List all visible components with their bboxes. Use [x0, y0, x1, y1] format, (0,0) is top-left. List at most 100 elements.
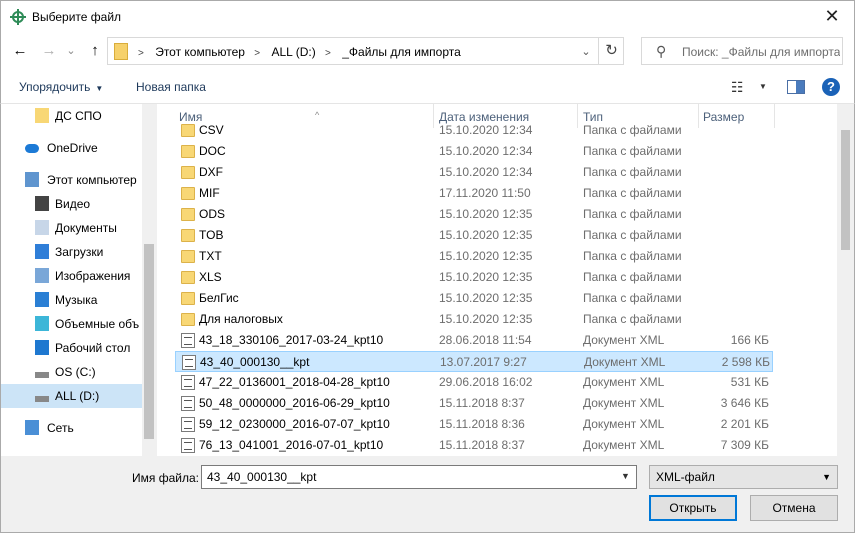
folder-icon [181, 229, 195, 242]
chevron-down-icon[interactable]: ▼ [621, 471, 630, 481]
recent-locations-icon[interactable]: ⌄ [61, 41, 81, 61]
file-row[interactable]: 59_12_0230000_2016-07-07_kpt10 15.11.2018… [175, 414, 773, 435]
help-icon[interactable]: ? [822, 78, 840, 96]
folder-row[interactable]: CSV 15.10.2020 12:34 Папка с файлами [175, 120, 773, 141]
folder-icon [181, 292, 195, 305]
breadcrumb: > Этот компьютер > ALL (D:) > _Файлы для… [138, 45, 467, 59]
sidebar-item[interactable]: ALL (D:) [1, 384, 142, 408]
sidebar-item[interactable]: Объемные объ [1, 312, 142, 336]
folder-row[interactable]: DOC 15.10.2020 12:34 Папка с файлами [175, 141, 773, 162]
file-size: 531 КБ [730, 375, 769, 389]
sidebar-item-label: Изображения [55, 269, 131, 283]
file-date: 15.10.2020 12:35 [439, 312, 533, 326]
chevron-right-icon: > [325, 48, 331, 59]
folder-icon [181, 124, 195, 137]
new-folder-button[interactable]: Новая папка [136, 80, 206, 94]
file-type: Папка с файлами [583, 165, 682, 179]
file-row[interactable]: 43_18_330106_2017-03-24_kpt10 28.06.2018 … [175, 330, 773, 351]
video-icon [35, 196, 49, 211]
music-icon [35, 292, 49, 307]
file-name: DXF [199, 165, 223, 179]
refresh-icon[interactable]: ↻ [598, 38, 624, 64]
sidebar-item-label: ДС СПО [55, 109, 102, 123]
file-size: 7 309 КБ [720, 438, 769, 452]
folder-row[interactable]: TXT 15.10.2020 12:35 Папка с файлами [175, 246, 773, 267]
filetype-select[interactable]: XML-файл ▼ [649, 465, 838, 489]
file-name: TXT [199, 249, 222, 263]
3d-objects-icon [35, 316, 49, 331]
sidebar-item[interactable]: OneDrive [1, 136, 142, 160]
folder-row[interactable]: DXF 15.10.2020 12:34 Папка с файлами [175, 162, 773, 183]
up-folder-icon[interactable]: ↑ [85, 41, 105, 61]
sidebar-item-label: ALL (D:) [55, 389, 100, 403]
cloud-icon [25, 144, 39, 153]
sidebar-item-label: Музыка [55, 293, 98, 307]
forward-icon[interactable]: → [39, 41, 59, 61]
address-bar[interactable]: > Этот компьютер > ALL (D:) > _Файлы для… [107, 37, 624, 65]
file-name: 47_22_0136001_2018-04-28_kpt10 [199, 375, 390, 389]
open-button[interactable]: Открыть [649, 495, 737, 521]
breadcrumb-item[interactable]: _Файлы для импорта [342, 45, 461, 59]
sidebar-item-label: Объемные объ [55, 317, 140, 331]
file-name: Для налоговых [199, 312, 283, 326]
file-list-scrollbar[interactable] [837, 104, 854, 456]
scrollbar-thumb[interactable] [144, 244, 154, 439]
sidebar-item[interactable]: Рабочий стол [1, 336, 142, 360]
sidebar-item[interactable]: Музыка [1, 288, 142, 312]
folder-icon [181, 271, 195, 284]
file-date: 15.10.2020 12:35 [439, 291, 533, 305]
file-type: Папка с файлами [583, 249, 682, 263]
sidebar-item-label: Загрузки [55, 245, 104, 259]
file-date: 17.11.2020 11:50 [439, 186, 531, 200]
xml-file-icon [181, 438, 195, 453]
folder-row[interactable]: БелГис 15.10.2020 12:35 Папка с файлами [175, 288, 773, 309]
pictures-icon [35, 268, 49, 283]
column-divider[interactable] [774, 104, 775, 128]
filename-label: Имя файла: [132, 471, 199, 485]
search-input[interactable]: Поиск: _Файлы для импорта [682, 45, 840, 59]
file-name: БелГис [199, 291, 239, 305]
file-row[interactable]: 43_40_000130__kpt 13.07.2017 9:27 Документ… [175, 351, 773, 372]
search-box[interactable]: ⚲ Поиск: _Файлы для импорта [641, 37, 843, 65]
file-type: Папка с файлами [583, 123, 682, 137]
sidebar-scrollbar[interactable] [142, 104, 155, 456]
preview-pane-icon[interactable] [787, 80, 805, 94]
file-date: 15.10.2020 12:34 [439, 144, 533, 158]
breadcrumb-item[interactable]: Этот компьютер [155, 45, 245, 59]
view-options-icon[interactable]: ☷ [731, 79, 744, 96]
breadcrumb-item[interactable]: ALL (D:) [271, 45, 315, 59]
filename-input[interactable] [201, 465, 637, 489]
file-date: 15.11.2018 8:37 [439, 396, 525, 410]
file-row[interactable]: 47_22_0136001_2018-04-28_kpt10 29.06.2018… [175, 372, 773, 393]
file-type: Папка с файлами [583, 207, 682, 221]
sidebar-item[interactable]: Этот компьютер [1, 168, 142, 192]
sidebar-item[interactable]: Документы [1, 216, 142, 240]
chevron-down-icon[interactable]: ▼ [759, 82, 767, 91]
organize-button[interactable]: Упорядочить ▼ [19, 80, 103, 94]
folder-row[interactable]: XLS 15.10.2020 12:35 Папка с файлами [175, 267, 773, 288]
scrollbar-thumb[interactable] [841, 130, 850, 250]
sidebar-item[interactable]: Изображения [1, 264, 142, 288]
folder-icon [181, 313, 195, 326]
folder-row[interactable]: MIF 17.11.2020 11:50 Папка с файлами [175, 183, 773, 204]
file-type: Документ XML [583, 417, 665, 431]
sidebar-item[interactable]: Загрузки [1, 240, 142, 264]
cancel-button[interactable]: Отмена [750, 495, 838, 521]
folder-row[interactable]: TOB 15.10.2020 12:35 Папка с файлами [175, 225, 773, 246]
folder-icon [181, 250, 195, 263]
sidebar-item[interactable]: ДС СПО [1, 104, 142, 128]
file-name: CSV [199, 123, 224, 137]
file-row[interactable]: 76_13_041001_2016-07-01_kpt10 15.11.2018 … [175, 435, 773, 456]
address-dropdown-icon[interactable]: ⌄ [576, 42, 596, 62]
sidebar-item[interactable]: Сеть [1, 416, 142, 440]
sidebar-item[interactable]: OS (C:) [1, 360, 142, 384]
back-icon[interactable]: ← [10, 41, 30, 61]
file-row[interactable]: 50_48_0000000_2016-06-29_kpt10 15.11.2018… [175, 393, 773, 414]
folder-row[interactable]: Для налоговых 15.10.2020 12:35 Папка с фай… [175, 309, 773, 330]
folder-icon [181, 187, 195, 200]
folder-row[interactable]: ODS 15.10.2020 12:35 Папка с файлами [175, 204, 773, 225]
close-icon[interactable]: ✕ [818, 3, 846, 29]
sidebar-item[interactable]: Видео [1, 192, 142, 216]
xml-file-icon [181, 417, 195, 432]
file-size: 3 646 КБ [720, 396, 769, 410]
